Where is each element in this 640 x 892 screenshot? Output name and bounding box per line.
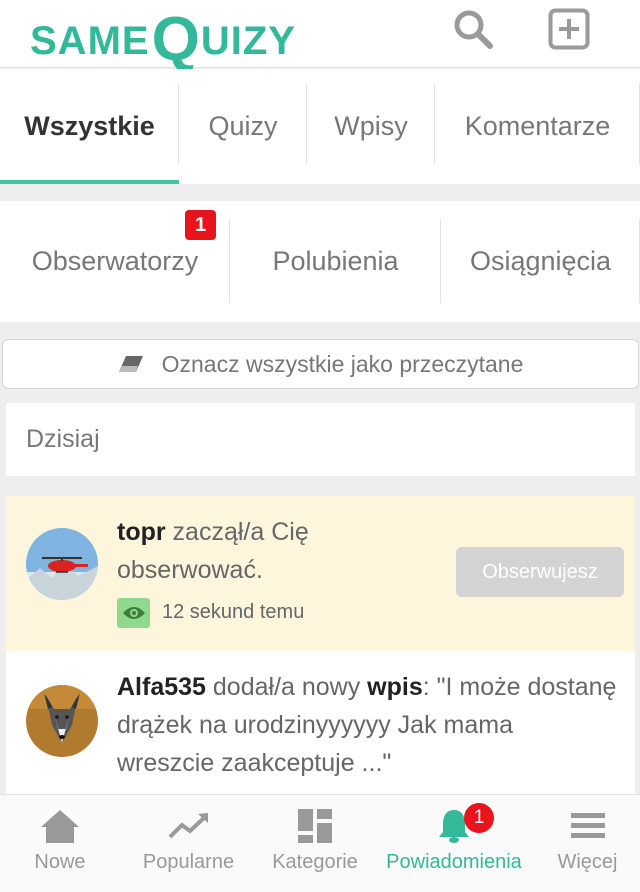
user-name-link[interactable]: Alfa535 (117, 673, 206, 701)
tab-label: Quizy (208, 111, 278, 141)
eye-icon (117, 598, 150, 628)
logo-text-same: SAME (30, 19, 150, 63)
tab-label: Wpisy (334, 111, 408, 141)
notification-time: 12 sekund temu (162, 601, 305, 623)
search-icon[interactable] (452, 8, 494, 50)
active-tab-indicator (0, 180, 179, 184)
tab-quizy[interactable]: Quizy (179, 69, 307, 184)
nav-label: Kategorie (272, 851, 358, 873)
notification-item[interactable]: topr zaczął/a Cię obserwować. 12 sekund … (6, 496, 635, 651)
tab-obserwatorzy[interactable]: Obserwatorzy 1 (0, 201, 230, 322)
secondary-tabs: Obserwatorzy 1 Polubienia Osiągnięcia (0, 201, 640, 322)
notification-message: dodał/a nowy (205, 673, 368, 701)
tab-komentarze[interactable]: Komentarze (435, 69, 640, 184)
tab-label: Wszystkie (24, 111, 155, 141)
logo-text-q: Q (151, 5, 201, 74)
notification-item[interactable]: Alfa535 dodał/a nowy wpis: "I może dosta… (6, 651, 635, 794)
nav-wiecej[interactable]: Więcej (535, 795, 640, 892)
tab-wszystkie[interactable]: Wszystkie (0, 69, 179, 184)
trending-icon (168, 807, 210, 845)
nav-nowe[interactable]: Nowe (0, 795, 120, 892)
nav-powiadomienia[interactable]: Powiadomienia 1 (373, 795, 535, 892)
following-button[interactable]: Obserwujesz (456, 547, 624, 597)
mark-all-read-button[interactable]: Oznacz wszystkie jako przeczytane (2, 339, 639, 389)
nav-kategorie[interactable]: Kategorie (257, 795, 373, 892)
grid-icon (298, 807, 332, 845)
notification-count-badge: 1 (464, 803, 494, 833)
unread-count-badge: 1 (185, 210, 216, 240)
avatar[interactable] (26, 528, 98, 600)
tab-osiagniecia[interactable]: Osiągnięcia (441, 201, 640, 322)
post-link[interactable]: wpis (367, 673, 423, 701)
tab-polubienia[interactable]: Polubienia (230, 201, 441, 322)
samequizy-logo[interactable]: SAME Q UIZY (30, 5, 296, 74)
bottom-navigation: Nowe Popularne Kategorie Powiadomienia 1… (0, 794, 640, 892)
eraser-icon (118, 356, 143, 372)
mark-all-read-label: Oznacz wszystkie jako przeczytane (161, 350, 524, 377)
menu-icon (570, 807, 605, 845)
avatar[interactable] (26, 685, 98, 757)
tab-label: Osiągnięcia (469, 246, 612, 276)
tab-label: Komentarze (464, 111, 611, 141)
nav-popularne[interactable]: Popularne (120, 795, 257, 892)
user-name-link[interactable]: topr (117, 518, 166, 546)
notification-text: Alfa535 dodał/a nowy wpis: "I może dosta… (117, 668, 617, 782)
section-title-text: Dzisiaj (26, 425, 100, 453)
app-header: SAME Q UIZY (0, 0, 640, 74)
tab-label: Obserwatorzy (31, 246, 199, 276)
logo-text-uizy: UIZY (200, 19, 296, 63)
section-title-today: Dzisiaj (6, 403, 635, 476)
nav-label: Więcej (557, 851, 618, 873)
tab-label: Polubienia (272, 246, 399, 276)
plus-square-icon[interactable] (548, 8, 590, 50)
home-icon (40, 807, 80, 845)
tab-wpisy[interactable]: Wpisy (307, 69, 435, 184)
nav-label: Powiadomienia (386, 851, 522, 873)
primary-tabs: Wszystkie Quizy Wpisy Komentarze (0, 69, 640, 184)
nav-label: Nowe (34, 851, 86, 873)
notification-text: topr zaczął/a Cię obserwować. (117, 513, 347, 589)
nav-label: Popularne (142, 851, 235, 873)
